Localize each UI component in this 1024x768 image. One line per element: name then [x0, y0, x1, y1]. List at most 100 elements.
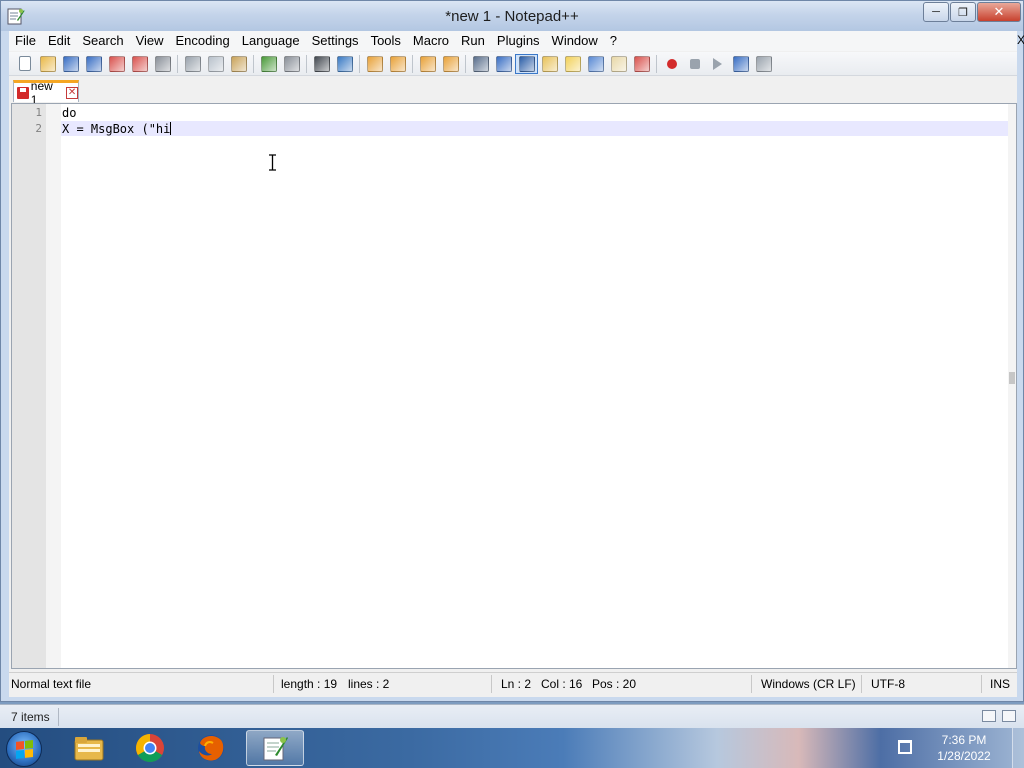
save-all-icon[interactable]	[82, 54, 105, 74]
close-button[interactable]: ✕	[977, 2, 1021, 22]
indent-guide-icon-glyph	[518, 55, 535, 72]
menu-edit[interactable]: Edit	[42, 31, 76, 51]
vertical-scrollbar[interactable]	[1008, 104, 1016, 668]
minimize-button[interactable]: ─	[923, 2, 949, 22]
items-count: 7 items	[11, 710, 50, 724]
run-macro-multiple-icon[interactable]	[729, 54, 752, 74]
notepad-window: *new 1 - Notepad++ ─ ❐ ✕ File Edit Search V…	[0, 0, 1024, 702]
large-icons-view-icon[interactable]	[1002, 710, 1016, 722]
status-pos: Pos : 20	[592, 677, 637, 691]
open-file-icon[interactable]	[36, 54, 59, 74]
menu-plugins[interactable]: Plugins	[491, 31, 546, 51]
save-macro-icon[interactable]	[752, 54, 775, 74]
chrome-icon[interactable]	[121, 730, 179, 766]
line-number: 2	[35, 122, 42, 135]
close-all-icon[interactable]	[128, 54, 151, 74]
scrollbar-thumb[interactable]	[1009, 372, 1015, 384]
cut-icon[interactable]	[181, 54, 204, 74]
monitoring-icon-glyph	[633, 55, 650, 72]
tab-close-icon[interactable]: ✕	[66, 86, 78, 99]
start-button[interactable]	[6, 731, 42, 767]
folder-as-workspace-icon[interactable]	[607, 54, 630, 74]
file-explorer-icon[interactable]	[60, 730, 118, 766]
paste-icon-glyph	[230, 55, 247, 72]
details-view-icon[interactable]	[982, 710, 996, 722]
indent-guide-icon[interactable]	[515, 53, 538, 74]
user-language-icon-glyph	[541, 55, 558, 72]
user-language-icon[interactable]	[538, 54, 561, 74]
undo-icon[interactable]	[257, 54, 280, 74]
status-file-type: Normal text file	[11, 677, 92, 691]
save-all-icon-glyph	[85, 55, 102, 72]
menu-search[interactable]: Search	[76, 31, 129, 51]
menu-macro[interactable]: Macro	[407, 31, 455, 51]
menu-language[interactable]: Language	[236, 31, 306, 51]
menu-file[interactable]: File	[9, 31, 42, 51]
save-icon[interactable]	[59, 54, 82, 74]
sync-horizontal-icon-glyph	[442, 55, 459, 72]
status-encoding: UTF-8	[871, 677, 905, 691]
replace-icon[interactable]	[333, 54, 356, 74]
line-number-margin: 1 2	[12, 104, 46, 668]
sync-vertical-icon[interactable]	[416, 54, 439, 74]
menu-encoding[interactable]: Encoding	[170, 31, 236, 51]
code-line[interactable]: do	[62, 106, 76, 120]
save-macro-icon-glyph	[755, 55, 772, 72]
function-list-icon[interactable]	[584, 54, 607, 74]
windows-logo-icon	[16, 740, 33, 759]
cut-icon-glyph	[184, 55, 201, 72]
print-icon[interactable]	[151, 54, 174, 74]
toolbar-separator	[465, 54, 466, 73]
monitoring-icon[interactable]	[630, 54, 653, 74]
title-bar[interactable]: *new 1 - Notepad++ ─ ❐ ✕	[1, 1, 1023, 31]
word-wrap-icon[interactable]	[469, 54, 492, 74]
redo-icon[interactable]	[280, 54, 303, 74]
find-icon[interactable]	[310, 54, 333, 74]
code-line-current[interactable]: X = MsgBox ("hi	[62, 122, 172, 136]
sync-horizontal-icon[interactable]	[439, 54, 462, 74]
text-editor[interactable]: 1 2 do X = MsgBox ("hi	[11, 103, 1017, 669]
paste-icon[interactable]	[227, 54, 250, 74]
window-client-area: File Edit Search View Encoding Language Settin…	[9, 31, 1024, 697]
menu-view[interactable]: View	[130, 31, 170, 51]
text-caret	[170, 122, 172, 135]
show-desktop-button[interactable]	[1012, 728, 1024, 768]
doc-map-icon[interactable]	[561, 54, 584, 74]
current-line-highlight	[61, 121, 1015, 136]
menu-tools[interactable]: Tools	[365, 31, 407, 51]
status-length: length : 19	[281, 677, 338, 691]
zoom-out-icon[interactable]	[386, 54, 409, 74]
fold-margin[interactable]	[46, 104, 61, 668]
firefox-icon[interactable]	[182, 730, 240, 766]
explorer-details-bar: 7 items	[0, 704, 1024, 728]
clock-date: 1/28/2022	[937, 749, 991, 763]
status-bar: Normal text file length : 19 lines : 2 L…	[9, 672, 1017, 694]
menu-close-doc-button[interactable]: X	[1017, 33, 1024, 47]
run-macro-multiple-icon-glyph	[732, 55, 749, 72]
tab-bar: new 1 ✕	[9, 77, 1017, 107]
show-all-chars-icon[interactable]	[492, 54, 515, 74]
stop-macro-icon[interactable]	[683, 54, 706, 74]
redo-icon-glyph	[283, 55, 300, 72]
menu-help[interactable]: ?	[604, 31, 623, 51]
play-macro-icon[interactable]	[706, 54, 729, 74]
notepad-plus-plus-icon[interactable]	[246, 730, 304, 766]
replace-icon-glyph	[336, 55, 353, 72]
copy-icon[interactable]	[204, 54, 227, 74]
close-icon[interactable]	[105, 54, 128, 74]
clock[interactable]: 7:36 PM 1/28/2022	[924, 732, 1004, 764]
network-icon[interactable]	[898, 740, 912, 754]
maximize-button[interactable]: ❐	[950, 2, 976, 22]
zoom-in-icon[interactable]	[363, 54, 386, 74]
new-file-icon[interactable]	[13, 54, 36, 74]
toolbar-separator	[656, 54, 657, 73]
status-divider	[751, 675, 752, 693]
window-title: *new 1 - Notepad++	[445, 8, 579, 25]
menu-run[interactable]: Run	[455, 31, 491, 51]
menu-window[interactable]: Window	[546, 31, 604, 51]
tab-new-1[interactable]: new 1 ✕	[13, 79, 79, 107]
menu-settings[interactable]: Settings	[306, 31, 365, 51]
taskbar: 7:36 PM 1/28/2022	[0, 728, 1024, 768]
record-macro-icon[interactable]	[660, 54, 683, 74]
close-all-icon-glyph	[131, 55, 148, 72]
